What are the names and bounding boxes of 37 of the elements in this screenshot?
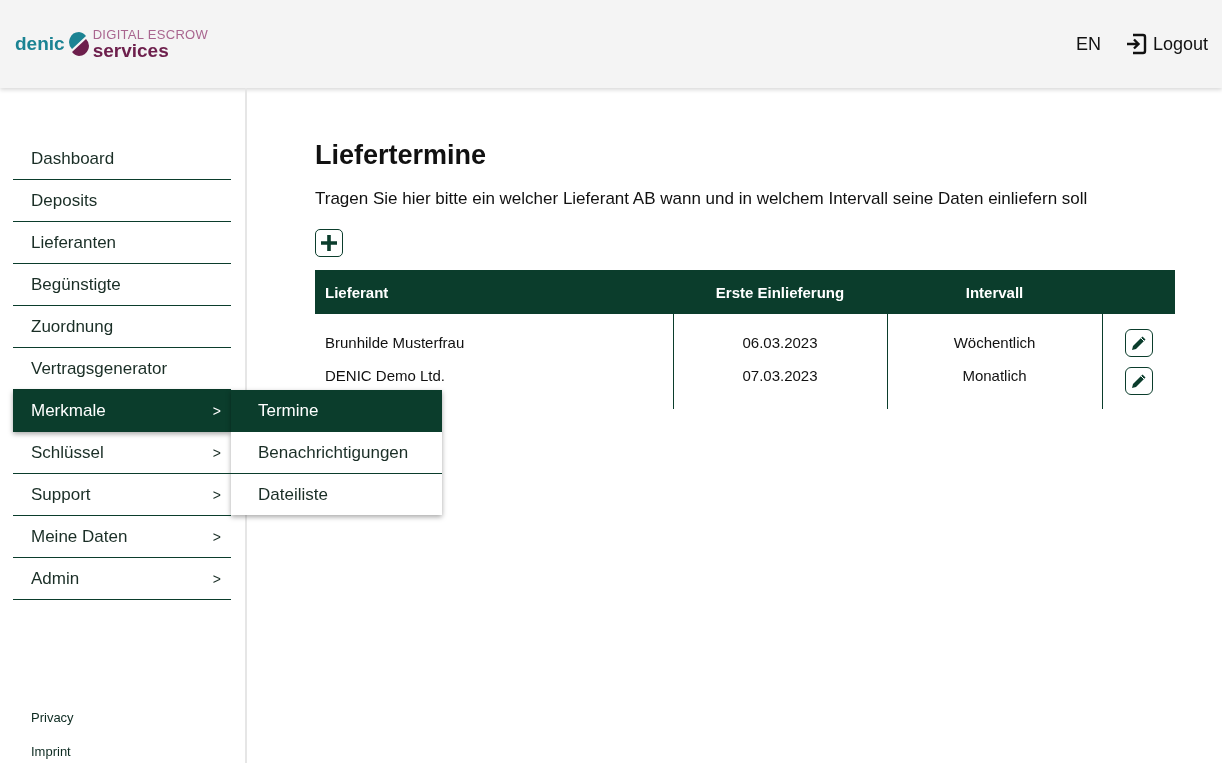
submenu-item[interactable]: Benachrichtigungen [231,432,442,474]
submenu-item[interactable]: Termine [231,390,442,432]
nav-item[interactable]: Deposits [13,180,231,222]
nav-item[interactable]: Dashboard [13,138,231,180]
logo-text: denic [15,33,65,55]
edit-button[interactable] [1124,328,1153,357]
table-cell: Brunhilde Musterfrau [315,314,673,365]
nav-item[interactable]: Admin > [13,558,231,600]
logout-button[interactable]: Logout [1124,33,1208,55]
language-link[interactable]: EN [1075,33,1101,55]
footer-link[interactable]: Privacy [31,710,74,725]
table-cell: 07.03.2023 [673,365,887,409]
nav-item[interactable]: Zuordnung [13,306,231,348]
footer-link[interactable]: Imprint [31,744,71,759]
logout-icon [1124,33,1147,55]
table-cell: Monatlich [887,365,1102,409]
column-header: Lieferant [315,270,673,314]
column-header: Erste Einlieferung [673,270,887,314]
nav-item[interactable]: Schlüssel > [13,432,231,474]
nav-item[interactable]: Meine Daten > [13,516,231,558]
logo-tagline: DIGITAL ESCROW [92,28,209,41]
nav-item[interactable]: Merkmale > [13,390,231,432]
submenu-item[interactable]: Dateiliste [231,474,442,515]
nav-item[interactable]: Lieferanten [13,222,231,264]
table-cell: 06.03.2023 [673,314,887,365]
nav-item[interactable]: Support > [13,474,231,516]
plus-icon [320,234,338,252]
table-cell: Wöchentlich [887,314,1102,365]
logo-text: services [92,41,170,60]
column-header: Intervall [887,270,1102,314]
edit-button[interactable] [1124,367,1153,395]
pencil-icon [1129,372,1148,390]
page-description: Tragen Sie hier bitte ein welcher Lieferant AB wann und in welchem Intervall seine Daten einliefern soll [315,189,1089,209]
add-button[interactable] [315,229,343,257]
logo-icon [67,31,90,57]
page-title: Liefertermine [315,140,488,171]
nav-item[interactable]: Begünstigte [13,264,231,306]
